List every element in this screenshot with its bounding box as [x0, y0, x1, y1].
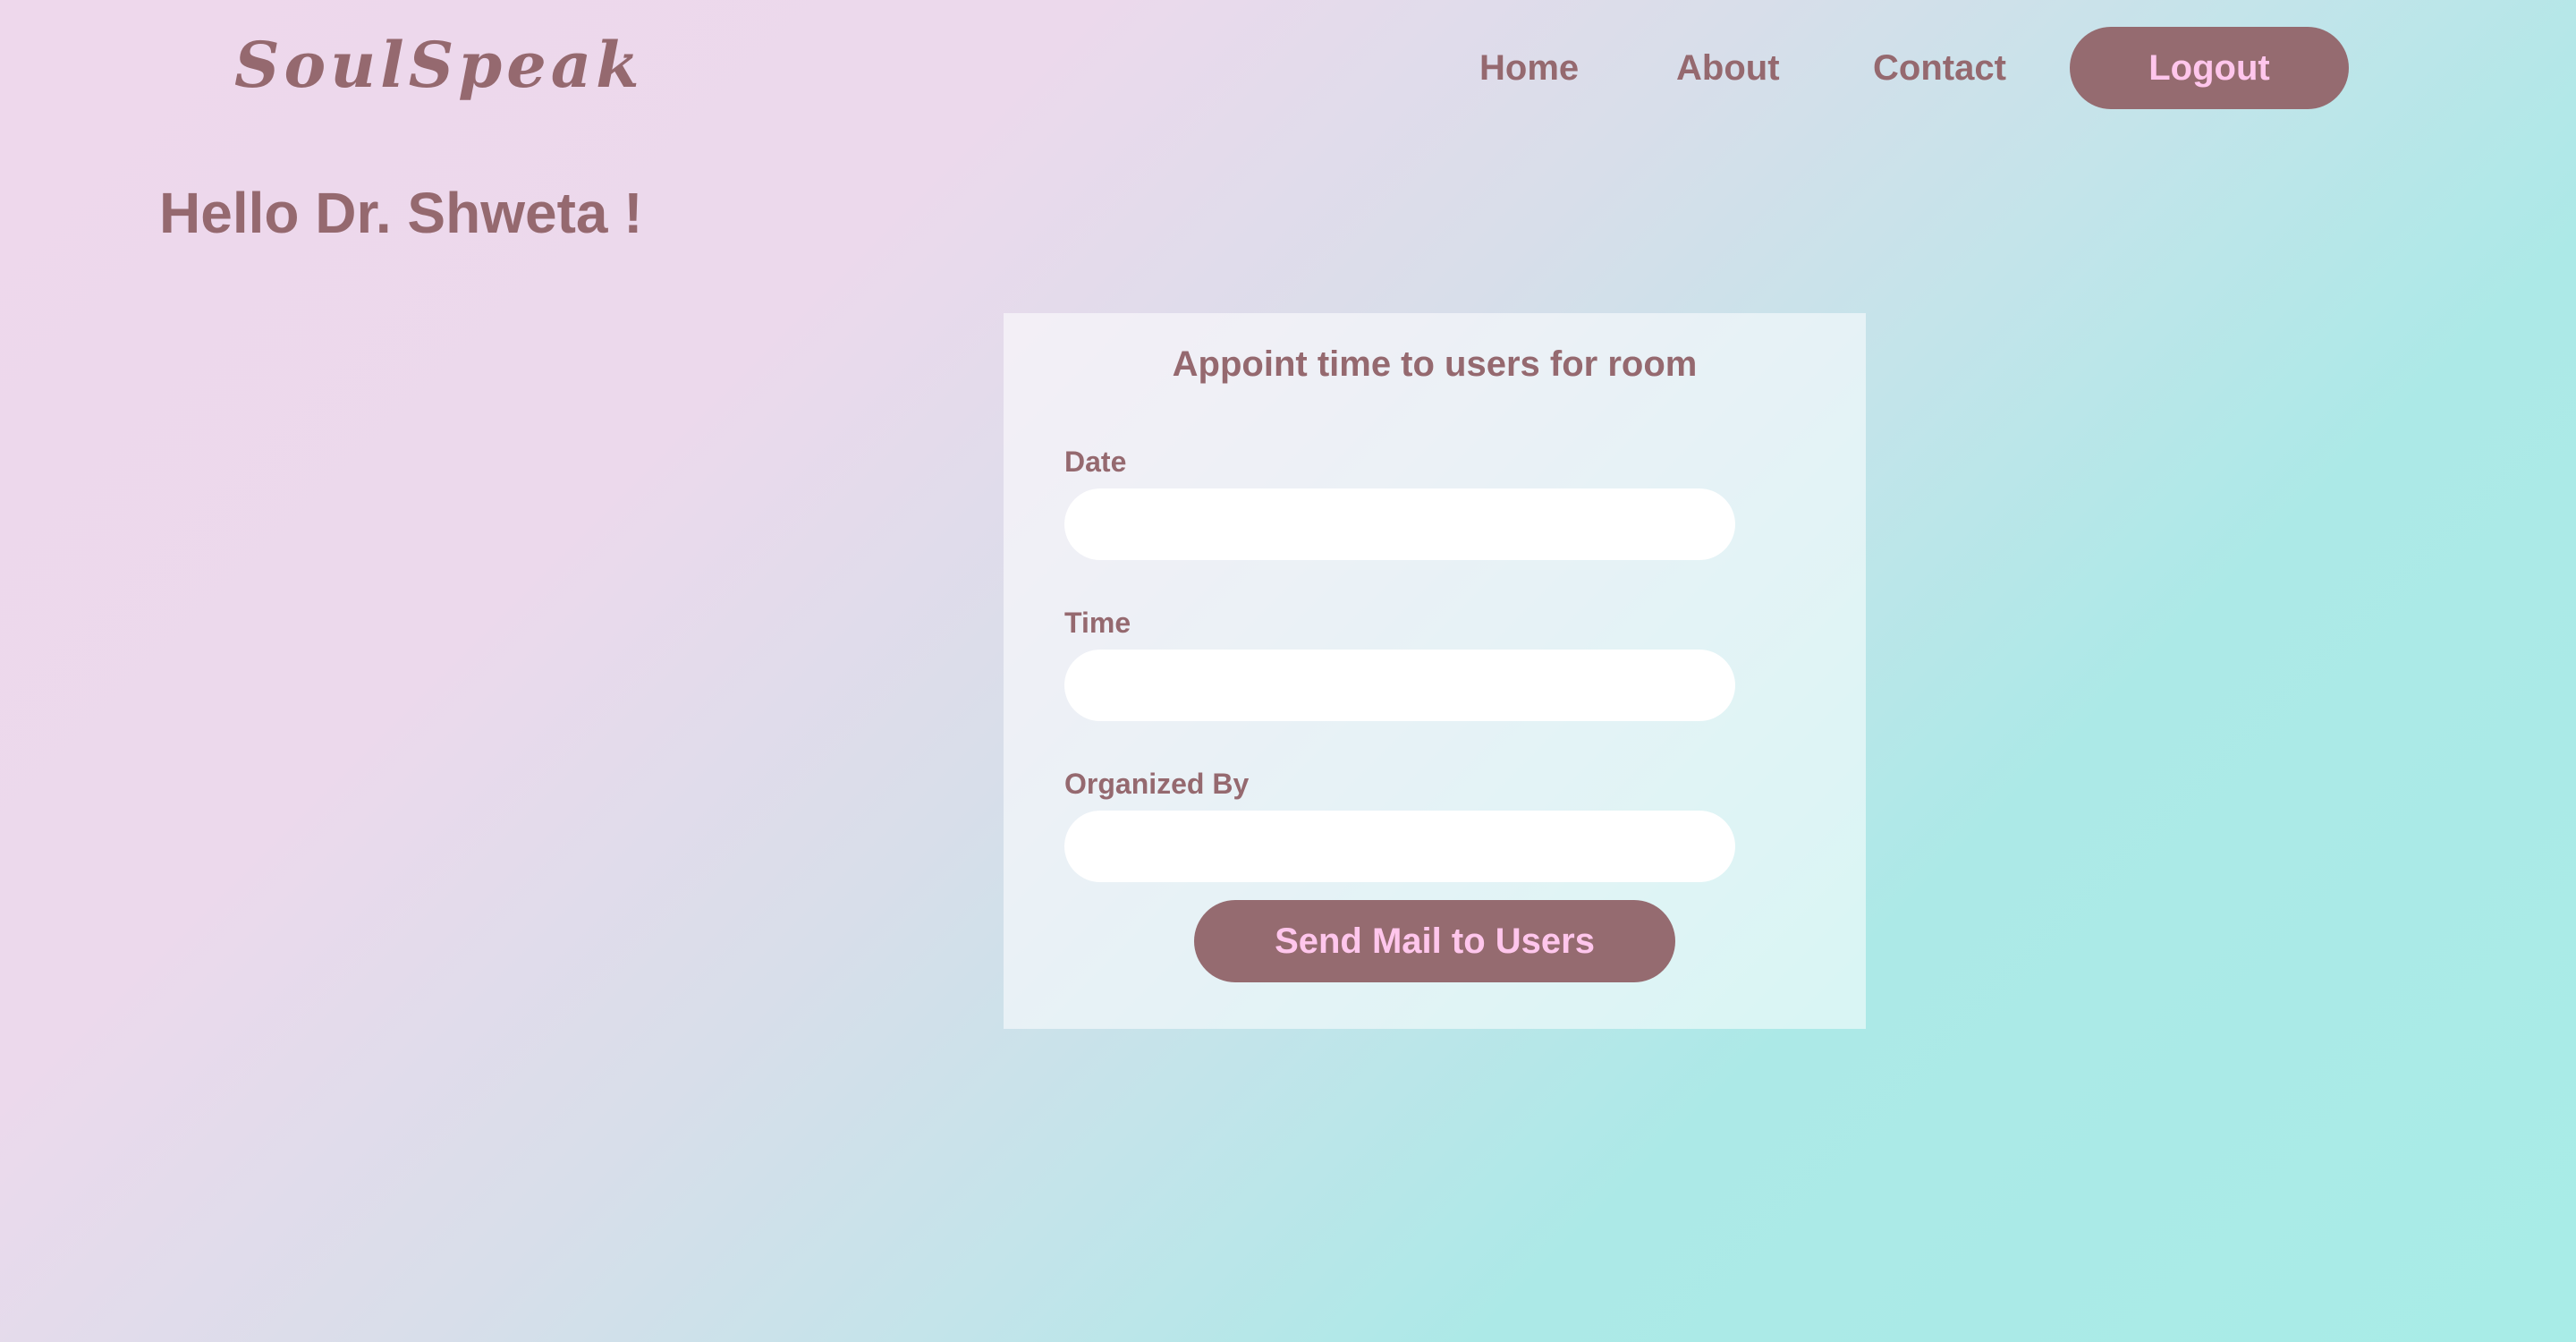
nav-link-contact[interactable]: Contact [1873, 41, 2006, 95]
nav-link-about[interactable]: About [1676, 41, 1780, 95]
appointment-form-card: Appoint time to users for room Date Time… [1004, 313, 1866, 1029]
date-input[interactable] [1064, 488, 1735, 560]
date-label: Date [1064, 446, 1127, 478]
time-label: Time [1064, 607, 1131, 639]
nav-link-home[interactable]: Home [1479, 41, 1579, 95]
logout-button[interactable]: Logout [2070, 27, 2349, 109]
navbar: SoulSpeak Home About Contact Logout [0, 0, 2576, 134]
site-logo[interactable]: SoulSpeak [234, 25, 644, 106]
greeting-heading: Hello Dr. Shweta ! [159, 181, 643, 245]
send-mail-button[interactable]: Send Mail to Users [1194, 900, 1675, 982]
organized-by-label: Organized By [1064, 768, 1250, 800]
organized-by-input[interactable] [1064, 811, 1735, 882]
form-title: Appoint time to users for room [1172, 344, 1698, 384]
time-input[interactable] [1064, 650, 1735, 721]
